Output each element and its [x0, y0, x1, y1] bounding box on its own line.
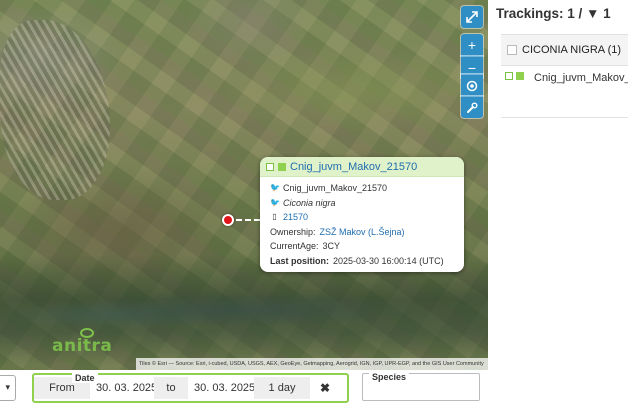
trackings-count: Trackings: 1 / ▼ 1 [496, 6, 611, 21]
ownership-label: Ownership: [270, 226, 316, 237]
last-position-label: Last position: [270, 255, 329, 266]
map-attribution: Tiles © Esri — Source: Esri, i-cubed, US… [136, 358, 488, 370]
popup-title[interactable]: Cnig_juvm_Makov_21570 [290, 161, 417, 173]
species-legend: Species [369, 372, 410, 382]
last-position-value: 2025-03-30 16:00:14 (UTC) [333, 255, 444, 266]
bird-icon: 🐦 [270, 197, 280, 207]
wrench-icon [467, 102, 478, 113]
from-date-input[interactable]: 30. 03. 2025 [90, 377, 154, 399]
expand-icon [466, 11, 478, 23]
fullscreen-button[interactable] [461, 6, 483, 28]
popup-name: Cnig_juvm_Makov_21570 [283, 183, 388, 193]
filter-bar: ▾ Date From 30. 03. 2025 to 30. 03. 2025… [0, 370, 640, 404]
popup-ownership-row: Ownership: ZSŽ Makov (L.Šejna) [270, 225, 454, 240]
popup-name-row: 🐦 Cnig_juvm_Makov_21570 [270, 181, 454, 196]
popup-device-link[interactable]: 21570 [283, 210, 308, 225]
to-date-input[interactable]: 30. 03. 2025 [188, 377, 254, 399]
track-fill-square [278, 162, 286, 171]
popup-last-position-row: Last position: 2025-03-30 16:00:14 (UTC) [270, 254, 454, 269]
clear-date-button[interactable]: ✖ [310, 377, 340, 399]
trackings-panel: Trackings: 1 / ▼ 1 CICONIA NIGRA (1) Cni… [488, 0, 640, 370]
species-filter[interactable]: Species [362, 372, 480, 401]
species-checkbox[interactable] [507, 45, 517, 55]
left-dropdown[interactable]: ▾ [0, 375, 16, 401]
age-value: 3CY [322, 241, 341, 251]
settings-button[interactable] [461, 96, 483, 118]
device-icon: ▯ [272, 212, 277, 221]
target-icon [466, 80, 478, 92]
tracking-name: Cnig_juvm_Makov_21570 [534, 72, 628, 84]
last-position-marker[interactable] [222, 214, 234, 226]
date-filter: Date From 30. 03. 2025 to 30. 03. 2025 1… [32, 373, 349, 403]
chevron-down-icon: ▾ [5, 382, 10, 392]
map-view[interactable]: + − Cnig_juvm_Makov_21570 🐦 Cnig_juvm_Ma… [0, 0, 488, 370]
bird-icon: 🐦 [270, 183, 280, 192]
ownership-link[interactable]: ZSŽ Makov (L.Šejna) [320, 225, 405, 240]
track-fill-square [516, 72, 524, 80]
anitra-logo: anitra [52, 336, 113, 356]
age-label: CurrentAge: [270, 241, 319, 251]
to-label: to [154, 377, 188, 399]
popup-device-row: ▯ 21570 [270, 210, 454, 225]
track-outline-square [266, 162, 274, 171]
track-outline-square [505, 72, 513, 80]
popup-species: Ciconia nigra [283, 197, 336, 208]
tracking-list-item[interactable]: Cnig_juvm_Makov_21570 [501, 66, 628, 118]
date-range-select[interactable]: 1 day [254, 377, 310, 399]
zoom-in-button[interactable]: + [461, 34, 483, 56]
popup-leader-line [236, 219, 260, 221]
species-group-label: CICONIA NIGRA (1) [522, 44, 622, 56]
popup-age-row: CurrentAge: 3CY [270, 239, 454, 254]
tracking-popup: Cnig_juvm_Makov_21570 🐦 Cnig_juvm_Makov_… [260, 157, 464, 272]
popup-species-row: 🐦 Ciconia nigra [270, 196, 454, 211]
species-group-row[interactable]: CICONIA NIGRA (1) [501, 34, 628, 66]
village-area [0, 20, 110, 200]
date-legend: Date [72, 373, 98, 383]
popup-header: Cnig_juvm_Makov_21570 [260, 157, 464, 177]
locate-button[interactable] [461, 74, 483, 96]
